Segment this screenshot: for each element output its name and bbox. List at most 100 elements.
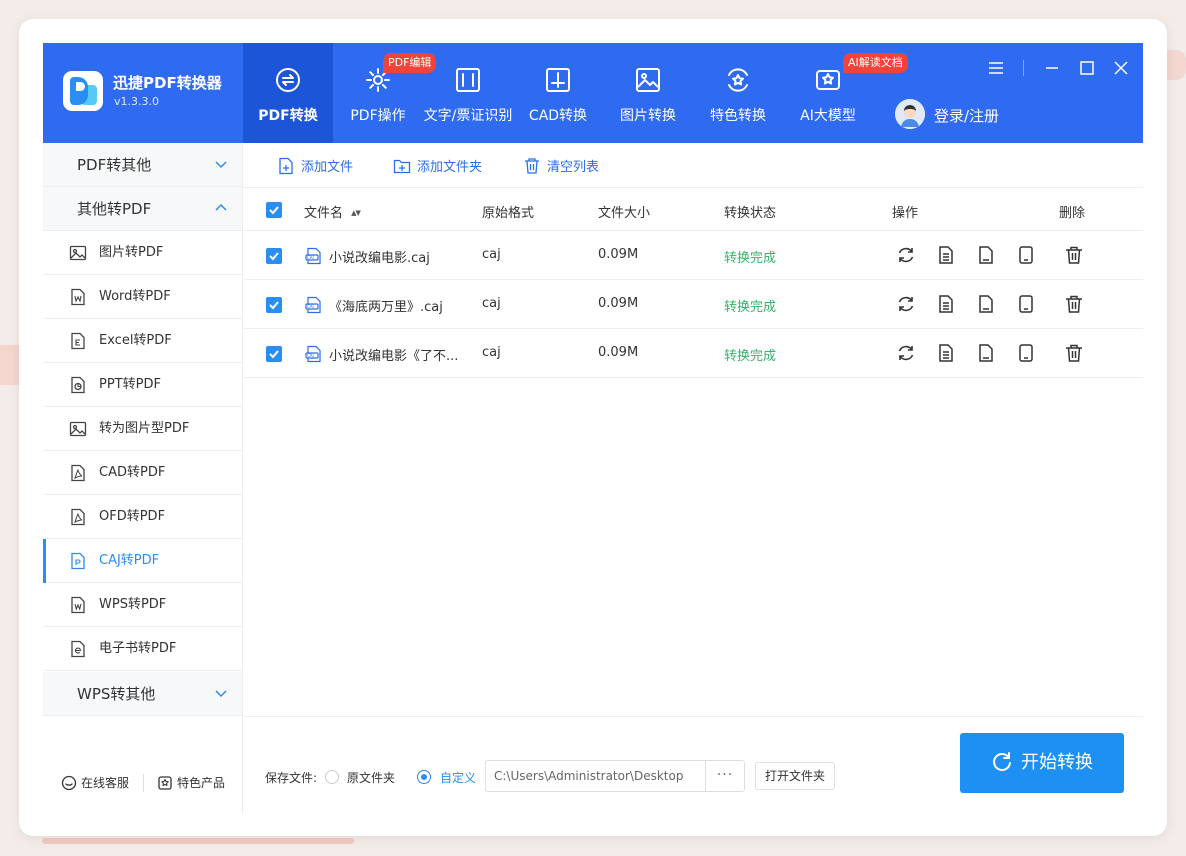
clear-list-button[interactable]: 清空列表 [523, 156, 599, 175]
row-checkbox[interactable] [266, 297, 282, 313]
tab-pdf-convert[interactable]: PDF转换 [243, 43, 333, 143]
column-size: 文件大小 [598, 206, 651, 221]
add-folder-icon [393, 159, 411, 174]
pdf-file-icon [71, 464, 85, 482]
category-label: 其他转PDF [77, 200, 152, 218]
sidebar-item-label: Excel转PDF [99, 333, 172, 348]
sidebar-item-to-image-pdf[interactable]: 转为图片型PDF [43, 407, 242, 451]
column-filename[interactable]: 文件名 ▲▼ [304, 202, 361, 221]
featured-products-link[interactable]: 特色产品 [157, 774, 225, 791]
table-row: CAJ 小说改编电影.caj caj 0.09M 转换完成 [244, 231, 1143, 280]
image-icon [636, 68, 660, 92]
sidebar-item-wps-to-pdf[interactable]: WPS转PDF [43, 583, 242, 627]
product-star-icon [158, 776, 172, 790]
delete-icon[interactable] [1064, 343, 1084, 363]
minimize-icon[interactable] [1041, 57, 1063, 79]
radio-custom-folder-label[interactable]: 自定义 [440, 769, 476, 786]
radio-original-folder[interactable] [325, 770, 339, 784]
tab-image-convert[interactable]: 图片转换 [603, 43, 693, 143]
ai-star-icon [816, 70, 840, 90]
menu-icon[interactable] [985, 57, 1007, 79]
open-folder-icon[interactable] [976, 343, 996, 363]
avatar[interactable] [895, 99, 925, 129]
tab-label: PDF转换 [258, 108, 318, 124]
row-checkbox[interactable] [266, 346, 282, 362]
convert-status: 转换完成 [724, 300, 777, 315]
tab-label: CAD转换 [528, 108, 588, 124]
convert-status: 转换完成 [724, 251, 777, 266]
column-format: 原始格式 [482, 206, 535, 221]
device-icon[interactable] [1016, 245, 1036, 265]
clear-list-label: 清空列表 [547, 160, 600, 175]
open-document-icon[interactable] [936, 294, 956, 314]
delete-icon[interactable] [1064, 294, 1084, 314]
sidebar-item-word-to-pdf[interactable]: Word转PDF [43, 275, 242, 319]
caj-file-icon: CAJ [305, 345, 321, 363]
pdf-convert-icon [276, 68, 300, 92]
maximize-icon[interactable] [1076, 57, 1098, 79]
sidebar-item-caj-to-pdf[interactable]: CAJ转PDF [43, 539, 242, 583]
image-icon [69, 421, 87, 437]
sidebar-category-other-to-pdf[interactable]: 其他转PDF [43, 187, 242, 231]
open-document-icon[interactable] [936, 245, 956, 265]
row-checkbox[interactable] [266, 248, 282, 264]
pdf-file-icon [71, 508, 85, 526]
sidebar-category-wps-to-other[interactable]: WPS转其他 [43, 672, 242, 716]
sidebar-item-image-to-pdf[interactable]: 图片转PDF [43, 231, 242, 275]
close-icon[interactable] [1110, 57, 1132, 79]
sidebar-item-ppt-to-pdf[interactable]: PPT转PDF [43, 363, 242, 407]
start-convert-button[interactable]: 开始转换 [960, 733, 1124, 793]
tab-label: 图片转换 [620, 108, 676, 124]
column-status: 转换状态 [724, 206, 777, 221]
add-folder-button[interactable]: 添加文件夹 [393, 156, 482, 175]
device-icon[interactable] [1016, 343, 1036, 363]
sidebar: PDF转其他 其他转PDF 图片转PDF Word转PDF Excel转PDF … [43, 143, 243, 814]
delete-icon[interactable] [1064, 245, 1084, 265]
app-logo [63, 71, 103, 111]
featured-products-label: 特色产品 [177, 776, 226, 790]
reconvert-icon[interactable] [896, 343, 916, 363]
tab-ocr[interactable]: 文字/票证识别 [423, 43, 513, 143]
output-path-input[interactable] [485, 760, 705, 792]
tab-label: AI大模型 [800, 108, 856, 124]
chat-icon [61, 775, 77, 791]
sidebar-item-label: OFD转PDF [99, 509, 166, 524]
ppt-icon [71, 376, 85, 394]
sidebar-item-ofd-to-pdf[interactable]: OFD转PDF [43, 495, 242, 539]
tab-special-convert[interactable]: 特色转换 [693, 43, 783, 143]
open-folder-icon[interactable] [976, 294, 996, 314]
add-file-button[interactable]: 添加文件 [277, 156, 353, 175]
tab-cad-convert[interactable]: CAD转换 [513, 43, 603, 143]
sidebar-item-label: CAD转PDF [99, 465, 166, 480]
tab-label: 特色转换 [710, 108, 766, 124]
column-delete: 删除 [1059, 206, 1086, 221]
add-file-icon [279, 157, 293, 175]
background-decoration [42, 838, 354, 844]
sidebar-category-pdf-to-other[interactable]: PDF转其他 [43, 143, 242, 187]
select-all-checkbox[interactable] [266, 202, 282, 218]
open-document-icon[interactable] [936, 343, 956, 363]
image-icon [69, 245, 87, 261]
wps-icon [71, 596, 85, 614]
header-bar: 迅捷PDF转换器 v1.3.3.0 PDF转换 PDF操作 PDF编辑 文字/票… [43, 43, 1143, 143]
sidebar-item-cad-to-pdf[interactable]: CAD转PDF [43, 451, 242, 495]
open-folder-icon[interactable] [976, 245, 996, 265]
online-service-link[interactable]: 在线客服 [61, 774, 129, 791]
radio-custom-folder[interactable] [417, 770, 431, 784]
login-link[interactable]: 登录/注册 [934, 105, 999, 126]
svg-text:CAJ: CAJ [307, 353, 314, 358]
device-icon[interactable] [1016, 294, 1036, 314]
browse-button[interactable]: ··· [705, 760, 745, 792]
open-folder-button[interactable]: 打开文件夹 [755, 762, 835, 790]
trash-icon [525, 158, 539, 174]
sidebar-item-excel-to-pdf[interactable]: Excel转PDF [43, 319, 242, 363]
cad-icon [546, 68, 570, 92]
reconvert-icon[interactable] [896, 294, 916, 314]
file-format: caj [482, 247, 501, 262]
chevron-down-icon [215, 161, 227, 169]
sidebar-item-ebook-to-pdf[interactable]: 电子书转PDF [43, 627, 242, 671]
word-icon [71, 288, 85, 306]
radio-original-folder-label[interactable]: 原文件夹 [347, 769, 395, 786]
reconvert-icon[interactable] [896, 245, 916, 265]
save-location-label: 保存文件: [265, 771, 318, 785]
